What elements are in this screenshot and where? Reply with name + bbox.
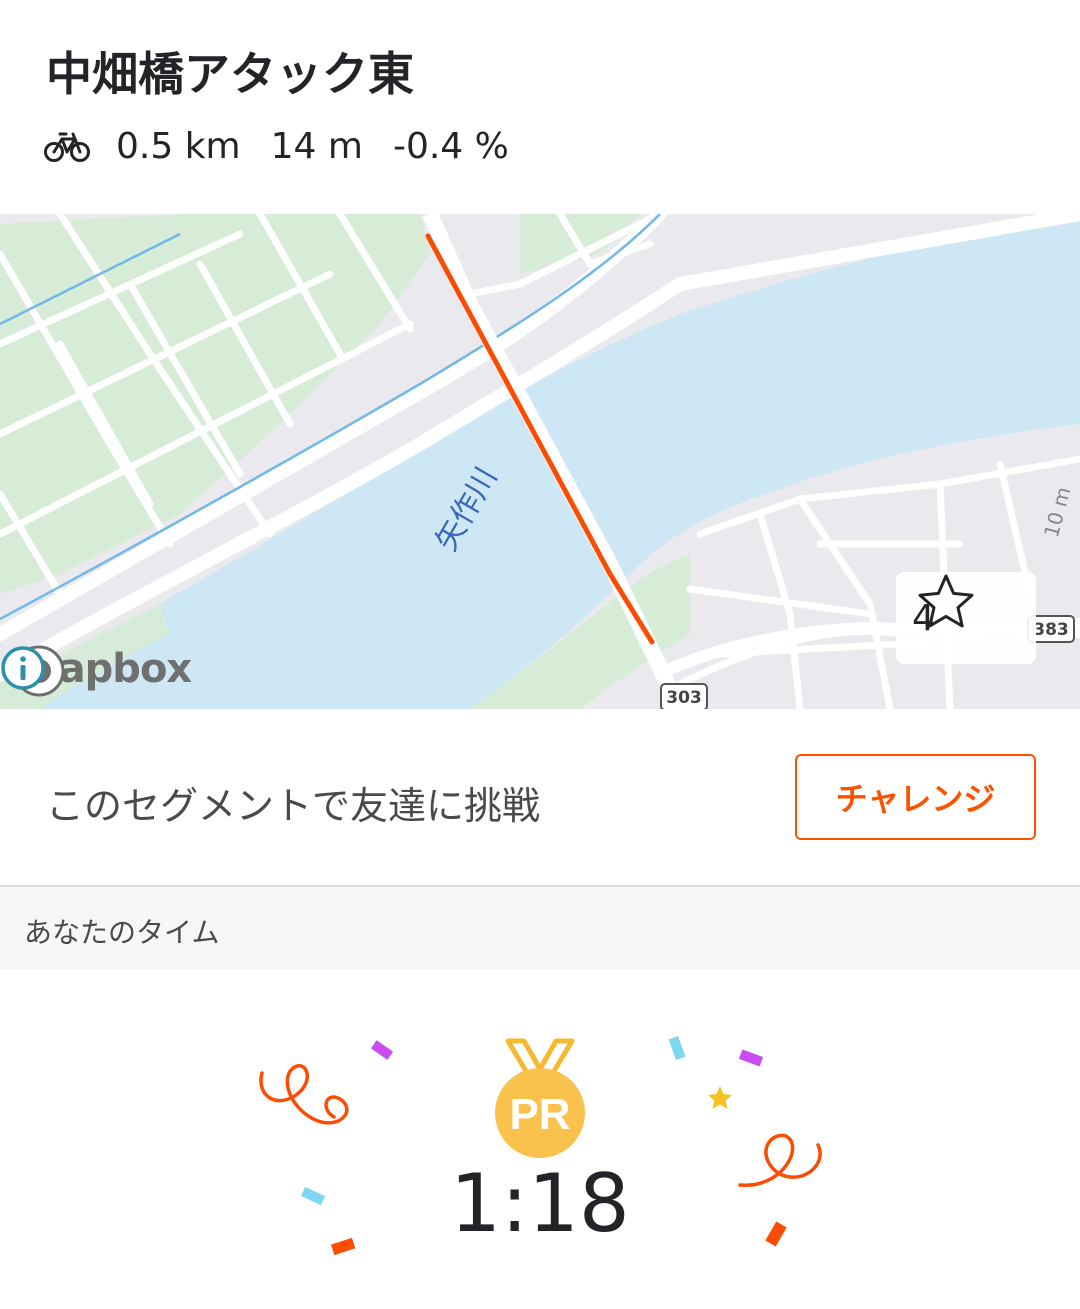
challenge-row: このセグメントで友達に挑戦 チャレンジ <box>0 709 1080 887</box>
svg-text:303: 303 <box>666 688 702 708</box>
challenge-button[interactable]: チャレンジ <box>795 754 1036 840</box>
confetti-decoration: PR <box>259 1035 822 1256</box>
star-segment-button[interactable]: 4 <box>896 572 1036 664</box>
segment-stats: 0.5 km 14 m -0.4 % <box>44 118 539 174</box>
pr-badge: PR <box>509 1090 570 1139</box>
your-time-section-header: あなたのタイム <box>0 887 1080 969</box>
info-icon[interactable] <box>0 645 46 691</box>
segment-time: 1:18 <box>450 1157 630 1250</box>
pr-result: PR 1:18 <box>0 969 1080 1309</box>
svg-text:383: 383 <box>1033 620 1069 640</box>
segment-grade: -0.4 % <box>392 125 509 167</box>
section-label: あなたのタイム <box>24 916 220 949</box>
segment-elevation: 14 m <box>270 125 363 167</box>
bike-icon <box>44 132 90 162</box>
segment-title: 中畑橋アタック東 <box>46 47 414 101</box>
star-icon <box>918 574 974 628</box>
segment-map[interactable]: 矢作川 10 m 303 383 4 mapbox <box>0 214 1080 709</box>
road-shield-303: 303 <box>660 683 708 709</box>
segment-distance: 0.5 km <box>116 125 241 167</box>
segment-header: 中畑橋アタック東 0.5 km 14 m -0.4 % <box>0 0 1080 214</box>
challenge-text: このセグメントで友達に挑戦 <box>46 784 541 828</box>
